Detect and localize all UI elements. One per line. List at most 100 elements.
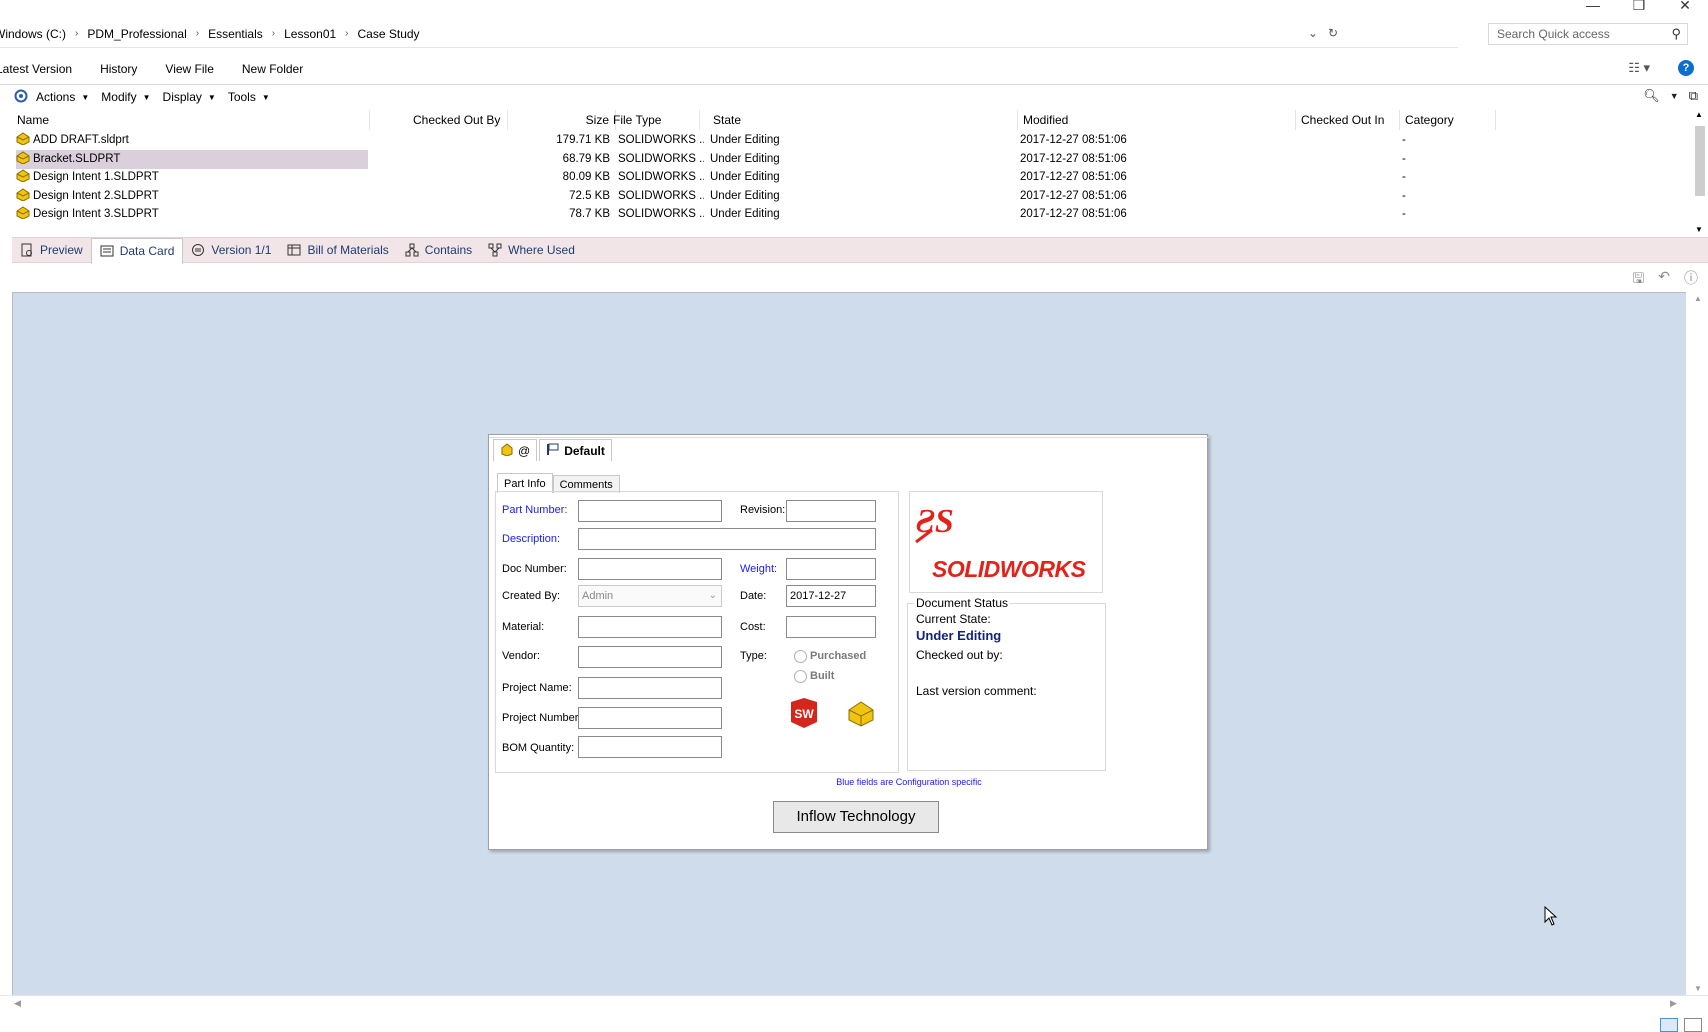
column-header-size[interactable]: Size bbox=[508, 110, 616, 130]
scroll-right-icon[interactable]: ▶ bbox=[1670, 998, 1677, 1009]
bom-quantity-label: BOM Quantity: bbox=[502, 742, 575, 754]
file-row[interactable]: Bracket.SLDPRT 68.79 KB SOLIDWORKS ... Unde… bbox=[12, 149, 1684, 169]
close-icon[interactable]: ✕ bbox=[1662, 0, 1708, 18]
preview-view-icon[interactable] bbox=[1684, 1018, 1702, 1032]
file-cell-checked-out-in bbox=[1298, 168, 1394, 187]
latest-version-button[interactable]: Latest Version bbox=[0, 62, 86, 76]
preview-icon bbox=[20, 243, 34, 257]
caret-down-icon[interactable]: ▼ bbox=[1670, 91, 1679, 101]
file-row[interactable]: ADD DRAFT.sldprt 179.71 KB SOLIDWORKS ... U… bbox=[12, 131, 1684, 150]
preview-scrollbar[interactable]: ▲ ▼ bbox=[1690, 292, 1708, 995]
scroll-left-icon[interactable]: ◀ bbox=[14, 998, 21, 1009]
scroll-thumb[interactable] bbox=[1695, 126, 1705, 196]
new-folder-button[interactable]: New Folder bbox=[228, 62, 317, 76]
description-field[interactable] bbox=[578, 528, 876, 550]
scroll-up-icon[interactable]: ▲ bbox=[1695, 110, 1703, 119]
search-icon[interactable]: ⚲ bbox=[1671, 26, 1681, 42]
config-label: @ bbox=[518, 443, 531, 458]
document-status-box: Document Status Current State: Under Edi… bbox=[907, 596, 1106, 771]
history-button[interactable]: History bbox=[86, 62, 151, 76]
scroll-down-icon[interactable]: ▼ bbox=[1694, 984, 1702, 993]
revision-field[interactable] bbox=[786, 500, 876, 522]
file-row[interactable]: Design Intent 2.SLDPRT 72.5 KB SOLIDWORKS … bbox=[12, 187, 1684, 206]
material-field[interactable] bbox=[578, 616, 722, 638]
card-inner-tabs: Part Info Comments bbox=[497, 473, 620, 493]
default-config-tab[interactable]: Default bbox=[539, 439, 612, 461]
menu-display[interactable]: Display ▼ bbox=[163, 90, 216, 104]
view-file-button[interactable]: View File bbox=[151, 62, 227, 76]
column-header-file-type[interactable]: File Type bbox=[608, 110, 700, 130]
scroll-down-icon[interactable]: ▼ bbox=[1695, 225, 1703, 234]
card-help-icon[interactable]: ⓘ bbox=[1684, 268, 1698, 292]
restore-icon[interactable]: ❐ bbox=[1616, 0, 1662, 18]
menu-modify[interactable]: Modify ▼ bbox=[101, 90, 150, 104]
cost-field[interactable] bbox=[786, 616, 876, 638]
file-cell-modified: 2017-12-27 08:51:06 bbox=[1020, 189, 1127, 202]
help-icon[interactable]: ? bbox=[1678, 60, 1694, 76]
project-number-field[interactable] bbox=[578, 707, 722, 729]
file-cell-category: - bbox=[1402, 171, 1406, 183]
bom-quantity-field[interactable] bbox=[578, 736, 722, 758]
scroll-up-icon[interactable]: ▲ bbox=[1694, 294, 1702, 303]
built-radio[interactable] bbox=[794, 670, 807, 683]
tab-data-card[interactable]: Data Card bbox=[90, 237, 184, 264]
file-cell-category: - bbox=[1402, 134, 1406, 146]
doc-number-field[interactable] bbox=[578, 558, 722, 580]
current-state-label: Current State: bbox=[916, 612, 991, 626]
chevron-down-icon[interactable]: ⌄ bbox=[1308, 26, 1318, 40]
project-name-field[interactable] bbox=[578, 677, 722, 699]
solidworks-app-icon[interactable]: SW bbox=[788, 698, 820, 731]
search-input[interactable]: Search Quick access ⚲ bbox=[1488, 23, 1688, 45]
file-cell-size: 179.71 KB bbox=[556, 134, 610, 146]
column-header-name[interactable]: Name bbox=[12, 110, 370, 130]
file-name: Bracket.SLDPRT bbox=[33, 152, 121, 165]
tab-bill-of-materials[interactable]: Bill of Materials bbox=[279, 238, 396, 262]
file-list-scrollbar[interactable]: ▲ ▼ bbox=[1692, 110, 1708, 234]
breadcrumb-vault[interactable]: PDM_Professional bbox=[87, 27, 186, 41]
vendor-field[interactable] bbox=[578, 646, 722, 668]
tab-part-info[interactable]: Part Info bbox=[497, 473, 553, 493]
view-options-icon[interactable]: ☷ ▾ bbox=[1628, 60, 1650, 76]
created-by-select[interactable]: Admin ⌄ bbox=[578, 585, 722, 607]
config-tab[interactable]: @ bbox=[493, 439, 538, 461]
solidworks-logo: ƧS SOLIDWORKS bbox=[909, 491, 1103, 593]
refresh-icon[interactable]: ↻ bbox=[1328, 26, 1338, 40]
breadcrumb-essentials[interactable]: Essentials bbox=[208, 27, 263, 41]
undo-icon[interactable]: ↶ bbox=[1658, 268, 1670, 292]
file-name: Design Intent 2.SLDPRT bbox=[33, 189, 159, 202]
breadcrumb-drive[interactable]: Windows (C:) bbox=[0, 27, 66, 41]
bom-icon bbox=[287, 243, 301, 257]
cost-label: Cost: bbox=[740, 621, 766, 633]
window-controls: — ❐ ✕ bbox=[1570, 0, 1708, 18]
breadcrumb-case-study[interactable]: Case Study bbox=[358, 27, 420, 41]
column-header-category[interactable]: Category bbox=[1400, 110, 1496, 130]
part-file-icon[interactable] bbox=[846, 698, 876, 731]
column-header-state[interactable]: State bbox=[708, 110, 1018, 130]
where-used-icon bbox=[488, 243, 502, 257]
tab-preview[interactable]: Preview bbox=[12, 238, 91, 262]
date-field[interactable]: 2017-12-27 bbox=[786, 585, 876, 607]
weight-field[interactable] bbox=[786, 558, 876, 580]
address-bar[interactable]: Windows (C:) › PDM_Professional › Essent… bbox=[0, 20, 1458, 48]
inflow-technology-button[interactable]: Inflow Technology bbox=[773, 801, 939, 833]
file-row[interactable]: Design Intent 3.SLDPRT 78.7 KB SOLIDWORKS … bbox=[12, 205, 1684, 224]
tab-where-used[interactable]: Where Used bbox=[480, 238, 583, 262]
menu-actions[interactable]: Actions ▼ bbox=[36, 90, 89, 104]
menu-tools[interactable]: Tools ▼ bbox=[228, 90, 270, 104]
save-icon[interactable]: 🖫 bbox=[1632, 268, 1644, 292]
file-row[interactable]: Design Intent 1.SLDPRT 80.09 KB SOLIDWORKS… bbox=[12, 168, 1684, 187]
column-header-checked-out-by[interactable]: Checked Out By bbox=[408, 110, 508, 130]
tab-version[interactable]: Version 1/1 bbox=[183, 238, 279, 262]
zoom-icon[interactable]: 🔍︎ bbox=[1643, 88, 1660, 104]
column-header-checked-out-in[interactable]: Checked Out In bbox=[1296, 110, 1400, 130]
purchased-radio[interactable] bbox=[794, 650, 807, 663]
checked-out-by-label: Checked out by: bbox=[916, 648, 1003, 662]
part-number-field[interactable] bbox=[578, 500, 722, 522]
tab-contains[interactable]: Contains bbox=[397, 238, 480, 262]
minimize-icon[interactable]: — bbox=[1570, 0, 1616, 18]
vault-view-icon[interactable]: ⧉ bbox=[1689, 88, 1698, 104]
config-flag-icon bbox=[546, 443, 560, 459]
column-header-modified[interactable]: Modified bbox=[1018, 110, 1296, 130]
breadcrumb-lesson[interactable]: Lesson01 bbox=[284, 27, 336, 41]
details-view-icon[interactable] bbox=[1660, 1018, 1678, 1032]
